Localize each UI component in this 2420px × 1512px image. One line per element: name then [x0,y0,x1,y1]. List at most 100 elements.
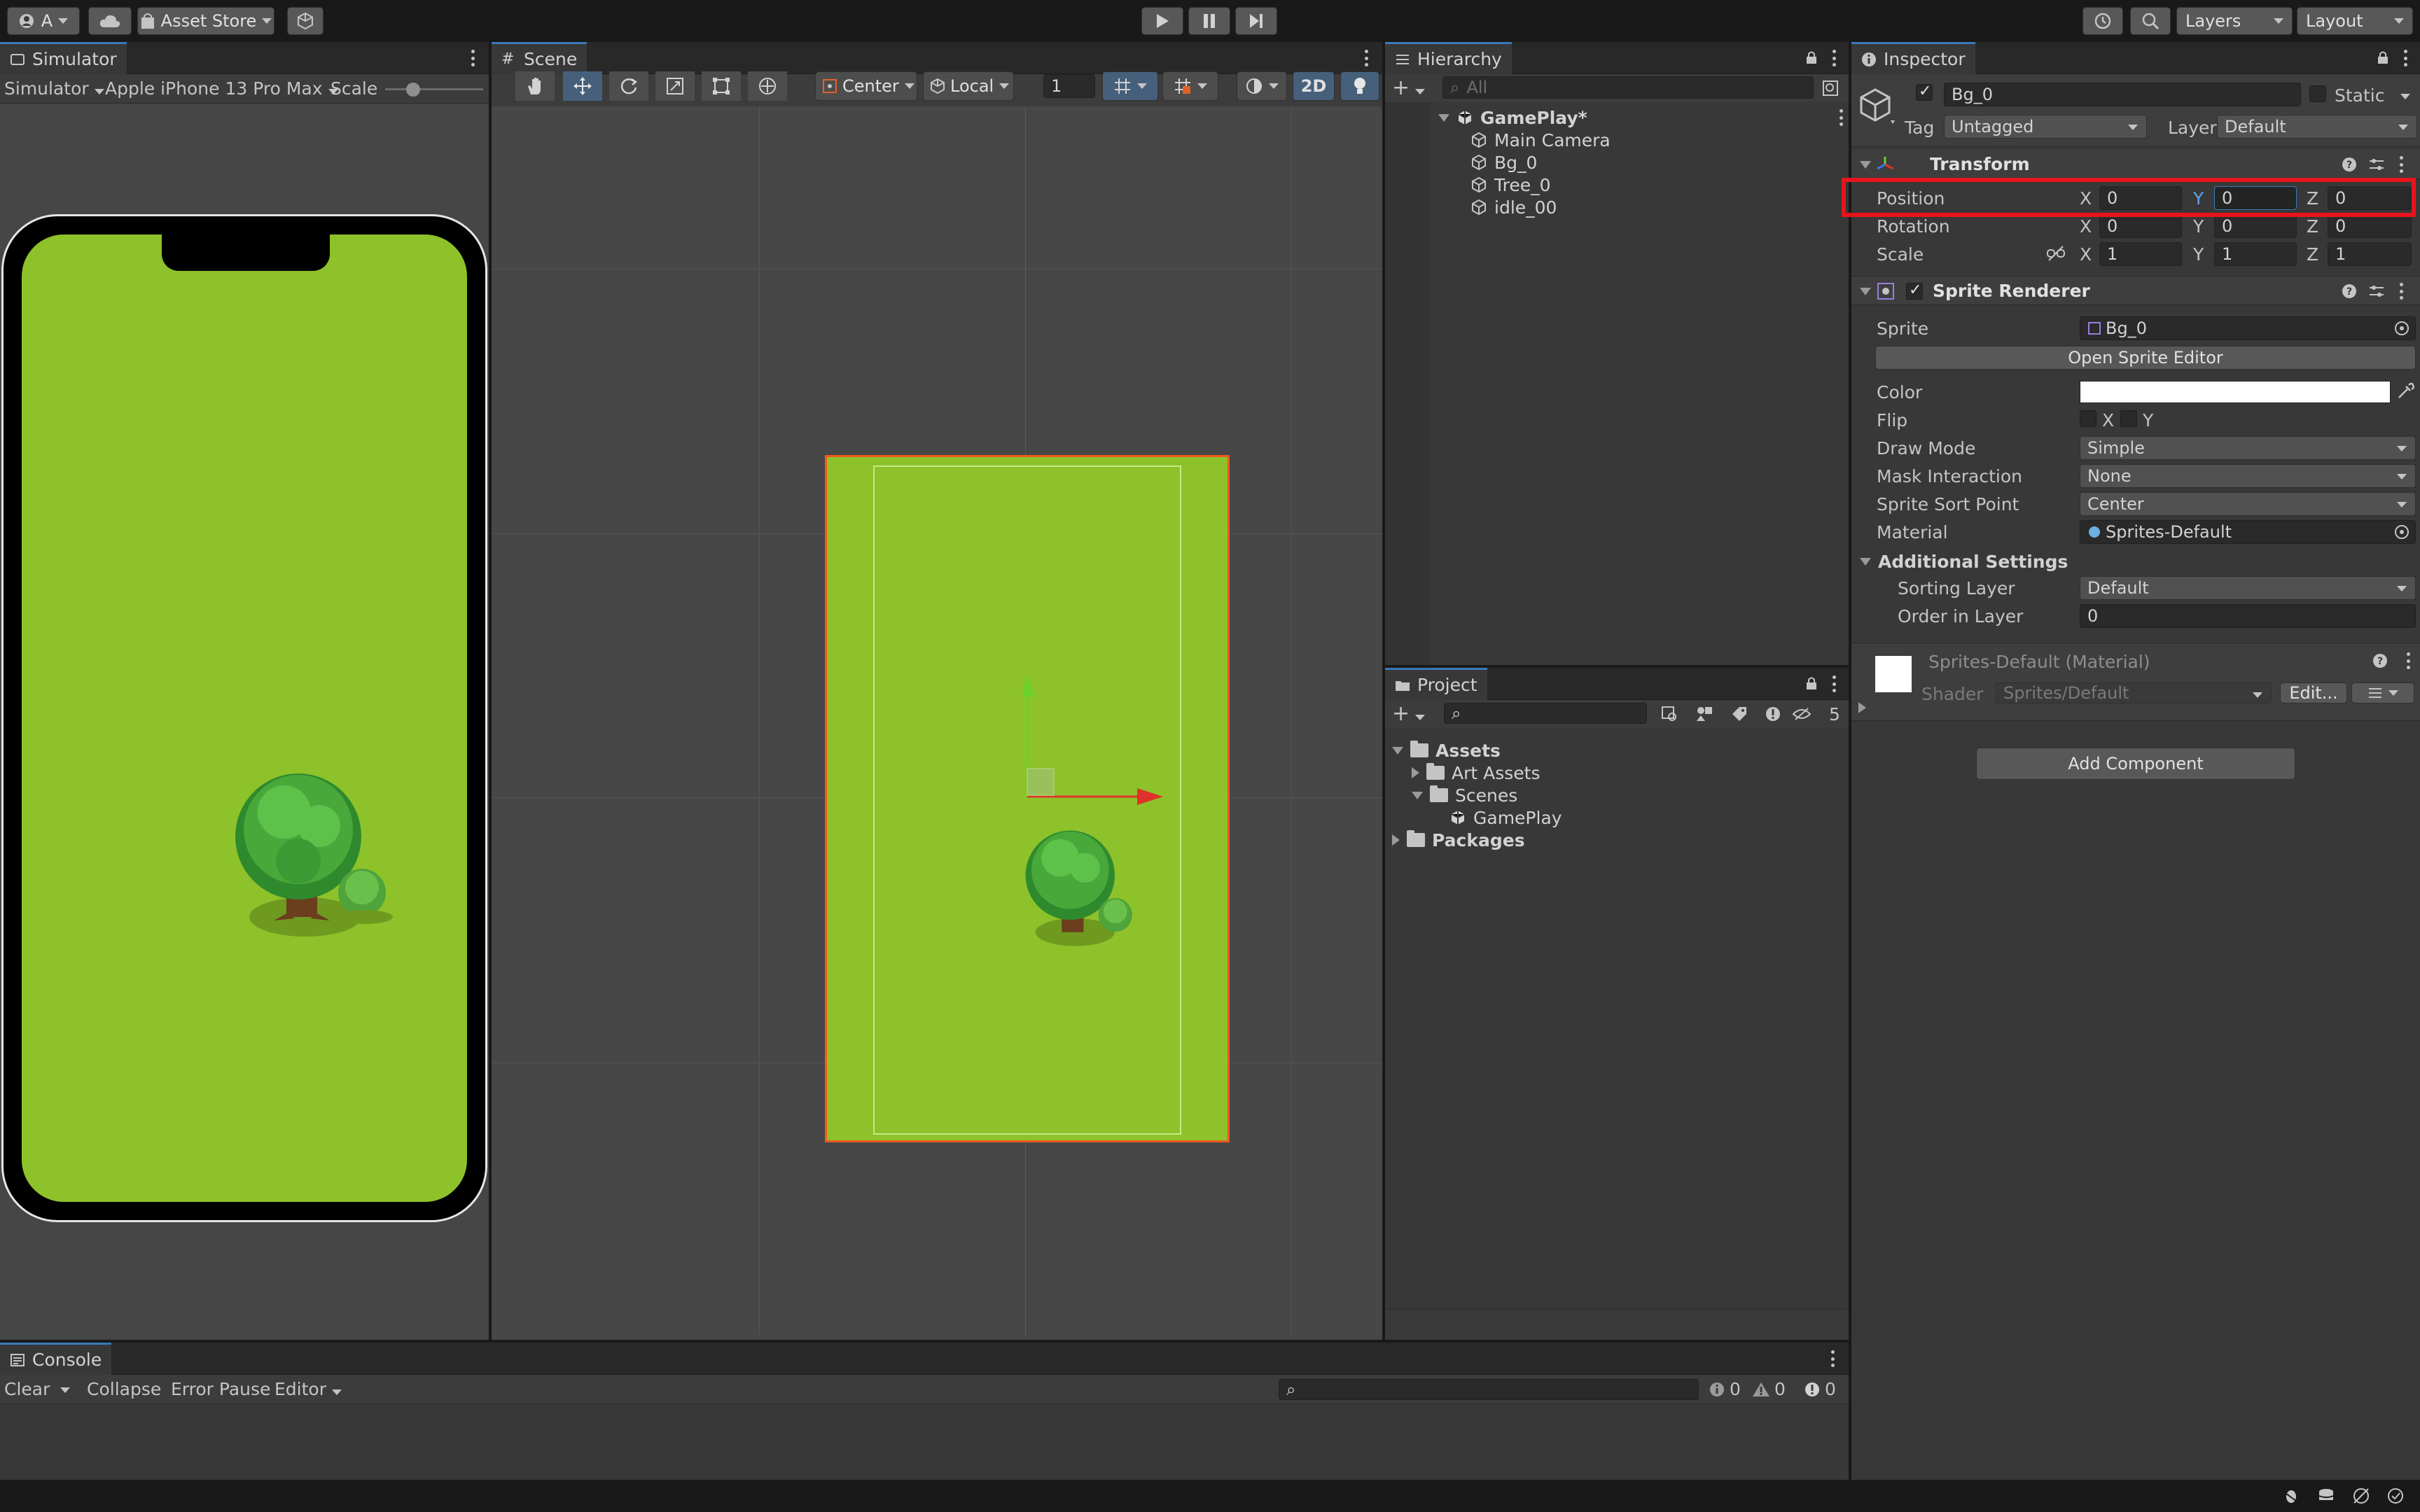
sprite-sort-point-dropdown[interactable]: Center [2080,492,2416,516]
material-expand-arrow-icon[interactable] [1858,702,1866,713]
scene-root-item[interactable]: GamePlay* [1438,106,1844,129]
eyedropper-icon[interactable] [2396,382,2414,400]
expand-arrow-icon[interactable] [1860,288,1871,295]
pivot-dropdown[interactable]: Center [815,71,917,101]
flip-y-checkbox[interactable] [2120,410,2137,427]
material-object-field[interactable]: Sprites-Default [2080,520,2416,544]
color-swatch[interactable] [2080,381,2391,403]
hierarchy-item[interactable]: Bg_0 [1470,151,1537,174]
hand-tool[interactable] [515,71,555,101]
warning-count-toggle[interactable]: 0 [1752,1379,1786,1399]
add-component-button[interactable]: Add Component [1976,748,2295,780]
object-picker-icon[interactable] [2394,321,2409,336]
draw-mode-dropdown[interactable] [1237,71,1287,101]
shader-dropdown[interactable]: Sprites/Default [1996,682,2272,704]
search-filter-icon[interactable] [1822,80,1839,97]
cache-server-icon[interactable] [2316,1488,2336,1504]
lock-icon[interactable] [2377,50,2389,64]
log-count-toggle[interactable]: 0 [1709,1379,1741,1399]
move-gizmo[interactable] [1023,667,1191,807]
collapse-toggle[interactable]: Collapse [87,1379,161,1399]
static-checkbox[interactable] [2309,85,2326,102]
collapse-arrow-icon[interactable] [1392,834,1400,846]
additional-settings-foldout[interactable]: Additional Settings [1860,549,2068,574]
expand-arrow-icon[interactable] [1438,113,1449,122]
lock-icon[interactable] [1805,676,1818,690]
collapse-arrow-icon[interactable] [1412,767,1419,778]
project-search-input[interactable]: ⌕ [1444,703,1647,724]
transform-tool[interactable] [748,71,787,101]
hierarchy-item[interactable]: idle_00 [1470,196,1557,218]
hierarchy-item[interactable]: Main Camera [1470,129,1611,151]
assets-folder[interactable]: Assets [1392,739,1501,762]
hierarchy-search-input[interactable]: ⌕ All [1442,76,1814,99]
move-tool[interactable] [563,71,602,101]
console-search-input[interactable]: ⌕ [1279,1379,1699,1400]
art-assets-folder[interactable]: Art Assets [1412,762,1541,784]
rotation-z-field[interactable]: 0 [2328,214,2412,238]
packages-folder[interactable]: Packages [1392,829,1525,851]
object-picker-icon[interactable] [2394,524,2409,540]
editor-target-dropdown[interactable]: Editor [274,1379,342,1399]
rotation-x-field[interactable]: 0 [2099,214,2182,238]
preset-icon[interactable] [2368,284,2385,299]
edit-shader-button[interactable]: Edit... [2280,682,2347,704]
flip-x-checkbox[interactable] [2080,410,2096,427]
draw-mode-dropdown[interactable]: Simple [2080,436,2416,460]
scale-y-field[interactable]: 1 [2214,242,2297,266]
bug-icon[interactable] [2281,1488,2301,1504]
clear-button[interactable]: Clear [4,1379,50,1399]
hierarchy-menu-icon[interactable] [1830,48,1837,69]
snap-increment-field[interactable]: 1 [1043,74,1095,98]
search-button[interactable] [2130,7,2171,35]
network-icon[interactable] [2351,1488,2371,1504]
account-dropdown[interactable]: A [7,7,80,35]
tab-simulator[interactable]: Simulator [0,42,127,74]
scale-slider-track[interactable] [385,88,483,90]
hidden-packages-icon[interactable] [1793,707,1811,721]
rotate-tool[interactable] [609,71,648,101]
device-dropdown[interactable]: Apple iPhone 13 Pro Max [105,78,338,99]
undo-history-button[interactable] [2082,7,2123,35]
object-name-field[interactable]: Bg_0 [1944,83,2301,106]
tab-inspector[interactable]: Inspector [1851,42,1975,74]
layers-dropdown[interactable]: Layers [2176,7,2293,35]
help-icon[interactable]: ? [2342,157,2357,172]
scale-slider-handle[interactable] [406,83,420,97]
sprite-object-field[interactable]: Bg_0 [2080,316,2416,340]
tab-console[interactable]: Console [0,1343,112,1375]
unity-services-button[interactable] [287,7,324,35]
scene-lighting-toggle[interactable] [1340,71,1379,101]
gameplay-scene-asset[interactable]: GamePlay [1449,806,1562,829]
active-checkbox[interactable]: ✓ [1916,83,1933,101]
static-dropdown-icon[interactable] [2400,94,2410,99]
simulator-menu-icon[interactable] [469,48,476,69]
cloud-button[interactable] [88,7,132,35]
expand-arrow-icon[interactable] [1392,746,1403,755]
constrain-proportions-icon[interactable] [2046,245,2066,262]
layout-dropdown[interactable]: Layout [2297,7,2413,35]
expand-arrow-icon[interactable] [1860,161,1871,169]
lock-icon[interactable] [1805,50,1818,64]
tab-scene[interactable]: # Scene [492,42,587,74]
bg-sprite-selected[interactable] [825,455,1230,1142]
sprite-renderer-menu-icon[interactable] [2398,281,2405,302]
create-asset-dropdown[interactable]: + [1392,701,1426,726]
tag-icon[interactable] [1731,706,1748,722]
play-button[interactable] [1141,7,1183,35]
error-count-toggle[interactable]: 0 [1804,1379,1836,1399]
mask-interaction-dropdown[interactable]: None [2080,464,2416,488]
help-icon[interactable]: ? [2372,653,2388,668]
warning-filter-icon[interactable] [1765,706,1781,722]
hierarchy-item[interactable]: Tree_0 [1470,174,1551,196]
scene-menu-icon[interactable] [1363,48,1370,69]
space-dropdown[interactable]: Local [923,71,1014,101]
tab-hierarchy[interactable]: Hierarchy [1385,42,1512,74]
tab-project[interactable]: Project [1385,668,1487,700]
progress-check-icon[interactable] [2386,1488,2405,1504]
gameobject-cube-icon[interactable] [1857,87,1896,126]
tag-dropdown[interactable]: Untagged [1944,115,2147,139]
rotation-y-field[interactable]: 0 [2214,214,2297,238]
simulator-mode-dropdown[interactable]: Simulator [4,78,104,99]
scale-tool[interactable] [655,71,695,101]
